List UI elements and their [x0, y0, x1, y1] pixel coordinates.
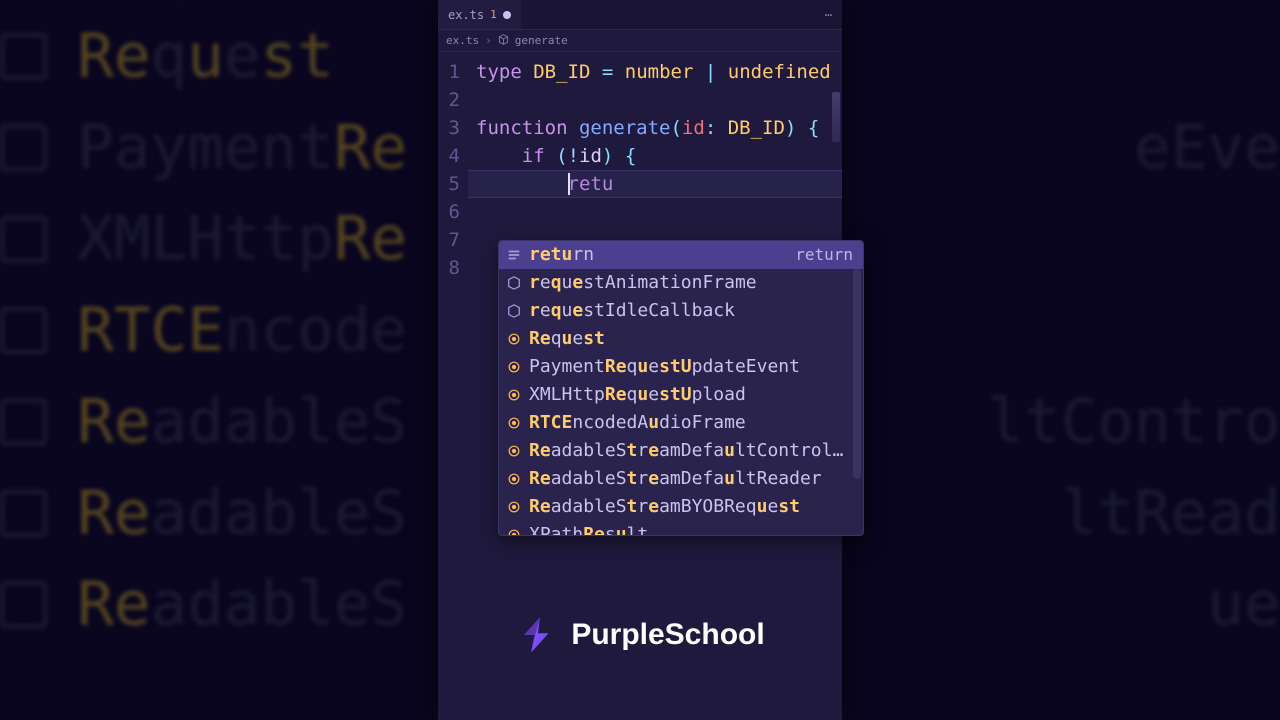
suggest-label: XMLHttpRequestUpload	[529, 381, 855, 409]
line-gutter: 12345678	[438, 52, 468, 720]
chevron-right-icon: ›	[485, 34, 492, 47]
active-line-highlight	[468, 170, 842, 198]
suggest-item[interactable]: requestIdleCallback	[499, 297, 863, 325]
class-icon	[507, 500, 521, 514]
suggest-item[interactable]: XPathResult	[499, 521, 863, 536]
suggest-item[interactable]: XMLHttpRequestUpload	[499, 381, 863, 409]
suggest-item[interactable]: PaymentRequestUpdateEvent	[499, 353, 863, 381]
minimap[interactable]	[832, 92, 840, 142]
tab-error-count: 1	[490, 8, 497, 21]
suggest-item[interactable]: requestAnimationFrame	[499, 269, 863, 297]
suggest-label: requestIdleCallback	[529, 297, 855, 325]
suggest-label: Request	[529, 325, 855, 353]
class-icon	[507, 416, 521, 430]
suggest-item[interactable]: Request	[499, 325, 863, 353]
editor-panel: ex.ts 1 ⋯ ex.ts › generate 12345678 type…	[438, 0, 842, 720]
code-line-3: function generate(id: DB_ID) {	[476, 114, 842, 142]
keyword-icon	[507, 248, 521, 262]
watermark-logo: PurpleSchool	[515, 614, 764, 656]
intellisense-popup[interactable]: returnreturnrequestAnimationFramerequest…	[498, 240, 864, 536]
suggest-label: ReadableStreamDefaultControl…	[529, 437, 855, 465]
text-cursor	[568, 173, 570, 195]
class-icon	[507, 388, 521, 402]
suggest-item[interactable]: ReadableStreamDefaultControl…	[499, 437, 863, 465]
suggest-item[interactable]: ReadableStreamBYOBRequest	[499, 493, 863, 521]
more-icon[interactable]: ⋯	[825, 8, 832, 22]
suggest-item[interactable]: ReadableStreamDefaultReader	[499, 465, 863, 493]
tab-bar: ex.ts 1 ⋯	[438, 0, 842, 30]
tab-actions: ⋯	[815, 8, 842, 22]
breadcrumb-symbol: generate	[515, 34, 568, 47]
breadcrumb-file: ex.ts	[446, 34, 479, 47]
class-icon	[507, 360, 521, 374]
suggest-label: requestAnimationFrame	[529, 269, 855, 297]
class-icon	[507, 472, 521, 486]
class-icon	[507, 332, 521, 346]
tab-active[interactable]: ex.ts 1	[438, 0, 521, 29]
suggest-label: ReadableStreamBYOBRequest	[529, 493, 855, 521]
function-icon	[507, 304, 521, 318]
suggest-label: RTCEncodedAudioFrame	[529, 409, 855, 437]
cube-icon	[498, 34, 509, 48]
class-icon	[507, 444, 521, 458]
tab-modified-dot	[503, 11, 511, 19]
suggest-scrollbar[interactable]	[853, 269, 861, 479]
tab-filename: ex.ts	[448, 8, 484, 22]
function-icon	[507, 276, 521, 290]
suggest-item[interactable]: returnreturn	[499, 241, 863, 269]
logo-text: PurpleSchool	[571, 618, 764, 652]
suggest-label: ReadableStreamDefaultReader	[529, 465, 855, 493]
suggest-label: XPathResult	[529, 521, 855, 536]
code-line-1: type DB_ID = number | undefined	[476, 58, 842, 86]
suggest-item[interactable]: RTCEncodedAudioFrame	[499, 409, 863, 437]
class-icon	[507, 528, 521, 536]
breadcrumbs[interactable]: ex.ts › generate	[438, 30, 842, 52]
logo-icon	[515, 614, 557, 656]
suggest-detail: return	[795, 241, 853, 269]
code-line-4: if (!id) {	[476, 142, 842, 170]
suggest-label: PaymentRequestUpdateEvent	[529, 353, 855, 381]
code-line-2	[476, 86, 842, 114]
